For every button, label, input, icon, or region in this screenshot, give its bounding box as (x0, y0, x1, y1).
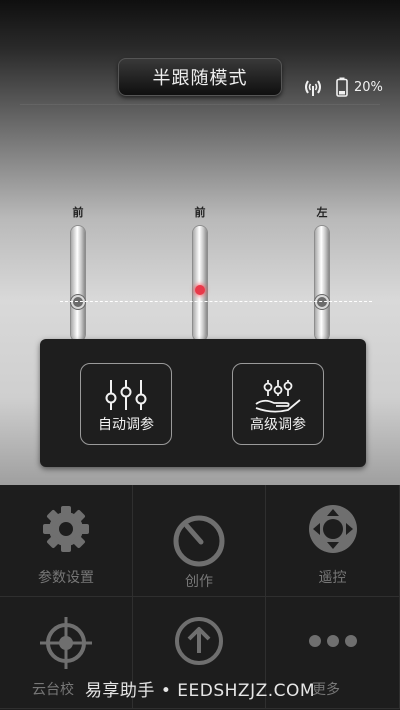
center-reference-line (60, 301, 372, 302)
slider-1-knob[interactable] (73, 297, 83, 307)
header-divider (20, 104, 380, 105)
timer-icon (173, 515, 225, 567)
grid-item-settings[interactable]: 参数设置 (0, 485, 133, 597)
grid-item-label: 创作 (185, 574, 213, 590)
dpad-icon (308, 505, 357, 553)
slider-3-track[interactable] (315, 226, 329, 341)
slider-1-label: 前 (72, 206, 84, 219)
battery-icon (336, 77, 348, 97)
battery-percent: 20% (354, 79, 383, 95)
auto-tune-button[interactable]: 自动调参 (80, 363, 172, 445)
sliders-icon (105, 380, 147, 410)
crosshair-icon (40, 617, 92, 669)
tune-panel: 自动调参 高级调参 (40, 339, 366, 467)
slider-3-label: 左 (316, 206, 328, 219)
auto-tune-label: 自动调参 (98, 417, 154, 433)
upload-icon (175, 617, 223, 665)
grid-item-label: 遥控 (318, 570, 347, 586)
slider-2-label: 前 (194, 206, 206, 219)
gear-icon (43, 506, 89, 552)
slider-2-knob[interactable] (195, 285, 205, 295)
slider-2-track[interactable] (193, 226, 207, 341)
advanced-tune-button[interactable]: 高级调参 (232, 363, 324, 445)
signal-icon (302, 74, 324, 100)
grid-item-remote[interactable]: 遥控 (266, 485, 400, 597)
gimbal-panel: 半跟随模式 20% 前 前 左 自动调参 高级调参 (0, 0, 400, 485)
slider-1-track[interactable] (71, 226, 85, 341)
watermark: 易享助手 • EEDSHZJZ.COM (84, 681, 316, 701)
advanced-tune-label: 高级调参 (250, 417, 306, 433)
grid-item-label: 参数设置 (38, 570, 94, 586)
battery-status: 20% (336, 74, 383, 100)
mode-label: 半跟随模式 (152, 68, 248, 89)
slider-3-knob[interactable] (317, 297, 327, 307)
more-icon (308, 635, 357, 647)
hand-sliders-icon (255, 380, 301, 413)
grid-item-create[interactable]: 创作 (133, 485, 266, 597)
mode-selector[interactable]: 半跟随模式 (118, 58, 282, 96)
